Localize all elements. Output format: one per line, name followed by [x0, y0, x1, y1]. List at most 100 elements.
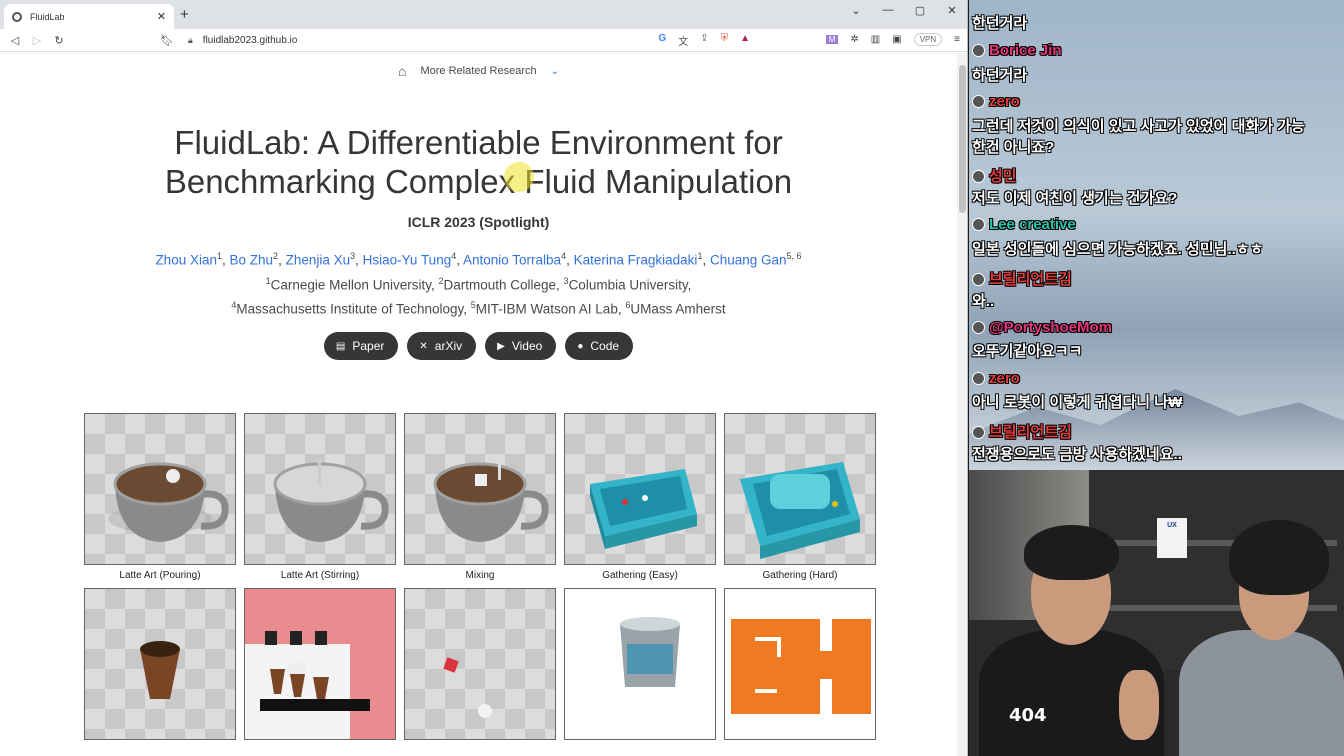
video-button[interactable]: ▶ Video	[485, 332, 557, 360]
new-tab-button[interactable]: +	[180, 6, 189, 23]
shirt-print: 404	[1009, 705, 1047, 726]
tab-bar: FluidLab ✕ + ⌄ — ▢ ✕	[0, 0, 967, 29]
author-link[interactable]: Antonio Torralba	[463, 253, 561, 268]
chat-message: 그런데 저것이 의식이 있고 사고가 있었어 대화가 가능	[972, 115, 1305, 136]
username-text: Borice Jin	[989, 42, 1062, 59]
stream-overlay: 한던거라 Borice Jin 하던거라 zero 그런데 저것이 의식이 있고 사고가…	[969, 0, 1344, 756]
browser-window: FluidLab ✕ + ⌄ — ▢ ✕ ◁ ▷ ↻ 🔖︎ 🔒︎ fluidla…	[0, 0, 968, 756]
task-video-cup-mix[interactable]	[404, 413, 556, 565]
streamer-left: 404	[969, 510, 1169, 756]
link-buttons: ▤ Paper ✕ arXiv ▶ Video ● Code	[0, 332, 957, 360]
author-link[interactable]: Hsiao-Yu Tung	[363, 253, 452, 268]
address-bar[interactable]: 🔖︎ 🔒︎ fluidlab2023.github.io G 文 ⇪ ⛨ ▲	[160, 31, 750, 50]
task-cell: Gathering (Easy)	[564, 413, 716, 581]
user-avatar	[972, 321, 985, 334]
browser-tab[interactable]: FluidLab ✕	[4, 4, 174, 29]
task-caption: Gathering (Easy)	[602, 570, 678, 581]
bookmark-icon[interactable]: 🔖︎	[160, 34, 174, 47]
extension-m-icon[interactable]: M	[825, 35, 839, 44]
username-text: 브릴리언트김	[989, 424, 1072, 441]
task-video-cup-white[interactable]	[244, 413, 396, 565]
close-window-button[interactable]: ✕	[942, 4, 962, 17]
forward-icon[interactable]: ▷	[26, 34, 48, 47]
url-text[interactable]: fluidlab2023.github.io	[203, 35, 298, 46]
affiliation-name: Massachusetts Institute of Technology,	[236, 301, 471, 317]
chat-message: 오뚜기같아요ㅋㅋ	[972, 340, 1082, 361]
maximize-button[interactable]: ▢	[910, 4, 930, 17]
message-text: 일본 성인돌에 심으면 가능하겠죠. 성민님..ㅎㅎ	[972, 241, 1264, 258]
chat-username: Borice Jin	[972, 42, 1062, 59]
user-avatar	[972, 426, 985, 439]
paper-button[interactable]: ▤ Paper	[323, 332, 399, 360]
author-link[interactable]: Chuang Gan	[710, 253, 787, 268]
scrollbar[interactable]	[957, 53, 967, 756]
button-label: Video	[511, 339, 543, 353]
username-text: Lee creative	[989, 216, 1076, 233]
task-video-tank-hard[interactable]	[724, 413, 876, 565]
chat-username: zero	[972, 370, 1020, 387]
menu-icon[interactable]: ≡	[954, 34, 960, 45]
message-text: 오뚜기같아요ㅋㅋ	[972, 343, 1083, 360]
tab-search-icon[interactable]: ⌄	[846, 4, 866, 17]
task-video-transport[interactable]	[404, 588, 556, 740]
top-navigation: ⌂ More Related Research ⌄	[0, 63, 957, 79]
scrollbar-thumb[interactable]	[959, 65, 966, 213]
task-cell: Latte Art (Pouring)	[84, 413, 236, 581]
brave-rewards-icon[interactable]: ▲	[740, 33, 750, 48]
message-text: 하던거라	[972, 67, 1028, 84]
home-icon[interactable]: ⌂	[398, 63, 406, 79]
task-video-cup-brown[interactable]	[84, 413, 236, 565]
task-caption: Gathering (Hard)	[762, 570, 838, 581]
arxiv-button[interactable]: ✕ arXiv	[407, 332, 477, 360]
minimize-button[interactable]: —	[878, 4, 898, 16]
page-title: FluidLab: A Differentiable Environment f…	[0, 123, 957, 201]
brave-shield-icon[interactable]: ⛨	[721, 33, 729, 48]
back-icon[interactable]: ◁	[4, 34, 26, 47]
task-video-pouring[interactable]	[564, 588, 716, 740]
task-video-air[interactable]	[724, 588, 876, 740]
chevron-down-icon[interactable]: ⌄	[551, 66, 559, 77]
task-caption: Latte Art (Stirring)	[280, 570, 360, 581]
title-line-1: FluidLab: A Differentiable Environment f…	[174, 124, 783, 161]
translate-icon[interactable]: 文	[678, 33, 688, 48]
author-link[interactable]: Zhou Xian	[155, 253, 217, 268]
extensions-icon[interactable]: ✲	[850, 34, 858, 45]
google-icon[interactable]: G	[658, 33, 666, 48]
author-affiliation-marker: 3	[350, 251, 356, 261]
task-cell	[724, 588, 876, 745]
author-affiliation-marker: 5, 6	[786, 251, 802, 261]
reload-icon[interactable]: ↻	[48, 34, 70, 47]
button-label: Code	[590, 339, 620, 353]
affiliation-name: UMass Amherst	[630, 301, 726, 317]
share-icon[interactable]: ⇪	[700, 33, 708, 48]
code-button[interactable]: ● Code	[565, 332, 634, 360]
message-text: 저도 이제 여친이 생기는 건가요?	[972, 190, 1178, 207]
wallet-icon[interactable]: ▣	[892, 34, 901, 45]
author-link[interactable]: Zhenjia Xu	[286, 253, 351, 268]
author-link[interactable]: Bo Zhu	[230, 253, 274, 268]
username-text: 브릴리언트김	[989, 271, 1072, 288]
user-avatar	[972, 44, 985, 57]
task-video-dispenser[interactable]	[244, 588, 396, 740]
affiliation-name: Columbia University,	[568, 277, 692, 293]
task-cell: Mixing	[404, 413, 556, 581]
message-text: 아니 로봇이 이렇게 귀엽다니 나₩	[972, 394, 1183, 411]
task-cell	[404, 588, 556, 745]
vpn-button[interactable]: VPN	[913, 33, 943, 46]
tab-close-icon[interactable]: ✕	[157, 10, 166, 23]
sidebar-icon[interactable]: ▥	[871, 34, 880, 45]
author-link[interactable]: Katerina Fragkiadaki	[574, 253, 698, 268]
task-video-icecream[interactable]	[84, 588, 236, 740]
webcam-feed: UX 404	[969, 470, 1344, 756]
message-text: 한던거라	[972, 15, 1028, 32]
gray-shirt	[1179, 630, 1344, 756]
chat-message: 저도 이제 여친이 생기는 건가요?	[972, 187, 1177, 208]
cursor-highlight	[504, 162, 534, 192]
lock-icon[interactable]: 🔒︎	[188, 35, 193, 46]
username-text: @PortyshoeMom	[989, 319, 1112, 336]
hair	[1024, 525, 1119, 580]
task-video-tank[interactable]	[564, 413, 716, 565]
message-text: 한건 아니죠?	[972, 139, 1055, 156]
more-research-menu[interactable]: More Related Research	[420, 65, 536, 77]
webpage: ⌂ More Related Research ⌄ FluidLab: A Di…	[0, 53, 957, 756]
